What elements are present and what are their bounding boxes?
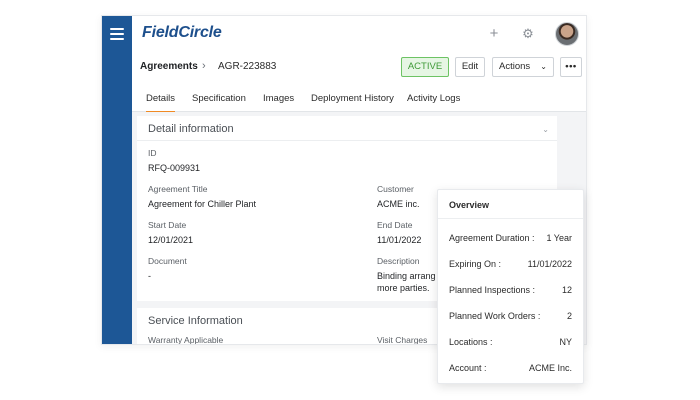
tab-bar: Details Specification Images Deployment … — [132, 86, 586, 113]
overview-row: Agreement Duration : 1 Year — [449, 233, 572, 247]
overview-row: Planned Inspections : 12 — [449, 285, 572, 299]
more-options-button[interactable]: ••• — [560, 57, 582, 77]
id-value: RFQ-009931 — [148, 163, 201, 173]
start-date-value: 12/01/2021 — [148, 235, 194, 245]
warranty-applicable-label: Warranty Applicable — [148, 335, 224, 345]
left-nav-rail — [102, 16, 132, 344]
status-badge: ACTIVE — [401, 57, 449, 77]
overview-row: Planned Work Orders : 2 — [449, 311, 572, 325]
divider — [137, 140, 557, 141]
document-label: Document — [148, 256, 187, 266]
overview-title: Overview — [449, 200, 490, 210]
description-label: Description — [377, 256, 420, 266]
tab-deployment-history[interactable]: Deployment History — [311, 93, 394, 104]
overview-row-value: ACME Inc. — [528, 363, 572, 373]
overview-panel: Overview Agreement Duration : 1 Year Exp… — [437, 189, 584, 384]
gear-icon[interactable]: ⚙ — [520, 26, 536, 42]
add-icon[interactable]: + — [486, 26, 502, 42]
overview-row-label: Account : — [449, 363, 487, 373]
end-date-value: 11/01/2022 — [377, 235, 422, 245]
overview-row-label: Agreement Duration : — [449, 233, 535, 243]
hamburger-menu-icon[interactable] — [110, 28, 124, 40]
actions-label: Actions — [499, 61, 531, 72]
overview-row: Locations : NY — [449, 337, 572, 351]
customer-label: Customer — [377, 184, 414, 194]
overview-row: Account : ACME Inc. — [449, 363, 572, 377]
breadcrumb-agreements-link[interactable]: Agreements — [140, 61, 198, 72]
actions-dropdown-button[interactable]: Actions ⌄ — [492, 57, 554, 77]
customer-value: ACME inc. — [377, 199, 420, 209]
collapse-chevron-icon[interactable]: ⌄ — [542, 125, 549, 134]
section-title: Service Information — [148, 315, 243, 327]
app-logo: FieldCircle — [142, 24, 222, 41]
agreement-title-value: Agreement for Chiller Plant — [148, 199, 257, 209]
description-value-line2: more parties. — [377, 283, 430, 293]
divider — [438, 218, 583, 219]
tab-activity-logs[interactable]: Activity Logs — [407, 93, 460, 104]
overview-row-value: 1 Year — [546, 233, 572, 243]
chevron-right-icon: › — [202, 60, 206, 72]
end-date-label: End Date — [377, 220, 413, 230]
overview-row-value: 11/01/2022 — [527, 259, 572, 269]
visit-charges-label: Visit Charges — [377, 335, 428, 345]
chevron-down-icon: ⌄ — [540, 62, 547, 71]
section-title: Detail information — [148, 123, 234, 135]
tab-details[interactable]: Details — [146, 93, 176, 113]
breadcrumb: Agreements › AGR-223883 ACTIVE Edit Acti… — [132, 52, 586, 84]
overview-row-value: 12 — [561, 285, 572, 295]
avatar[interactable] — [555, 22, 579, 46]
id-label: ID — [148, 148, 157, 158]
start-date-label: Start Date — [148, 220, 187, 230]
overview-row-value: NY — [559, 337, 572, 347]
stage: FieldCircle + ⚙ Agreements › AGR-223883 … — [0, 0, 700, 400]
breadcrumb-current: AGR-223883 — [218, 61, 277, 72]
description-value-line1: Binding arrang — [377, 271, 436, 281]
overview-row-label: Planned Work Orders : — [449, 311, 541, 321]
tab-images[interactable]: Images — [263, 93, 294, 104]
edit-button[interactable]: Edit — [455, 57, 485, 77]
top-bar: FieldCircle + ⚙ — [132, 16, 586, 52]
document-value: - — [148, 271, 151, 281]
tab-specification[interactable]: Specification — [192, 93, 246, 104]
overview-row-label: Expiring On : — [449, 259, 502, 269]
overview-row: Expiring On : 11/01/2022 — [449, 259, 572, 273]
overview-row-value: 2 — [566, 311, 572, 321]
agreement-title-label: Agreement Title — [148, 184, 208, 194]
overview-row-label: Planned Inspections : — [449, 285, 536, 295]
overview-row-label: Locations : — [449, 337, 493, 347]
